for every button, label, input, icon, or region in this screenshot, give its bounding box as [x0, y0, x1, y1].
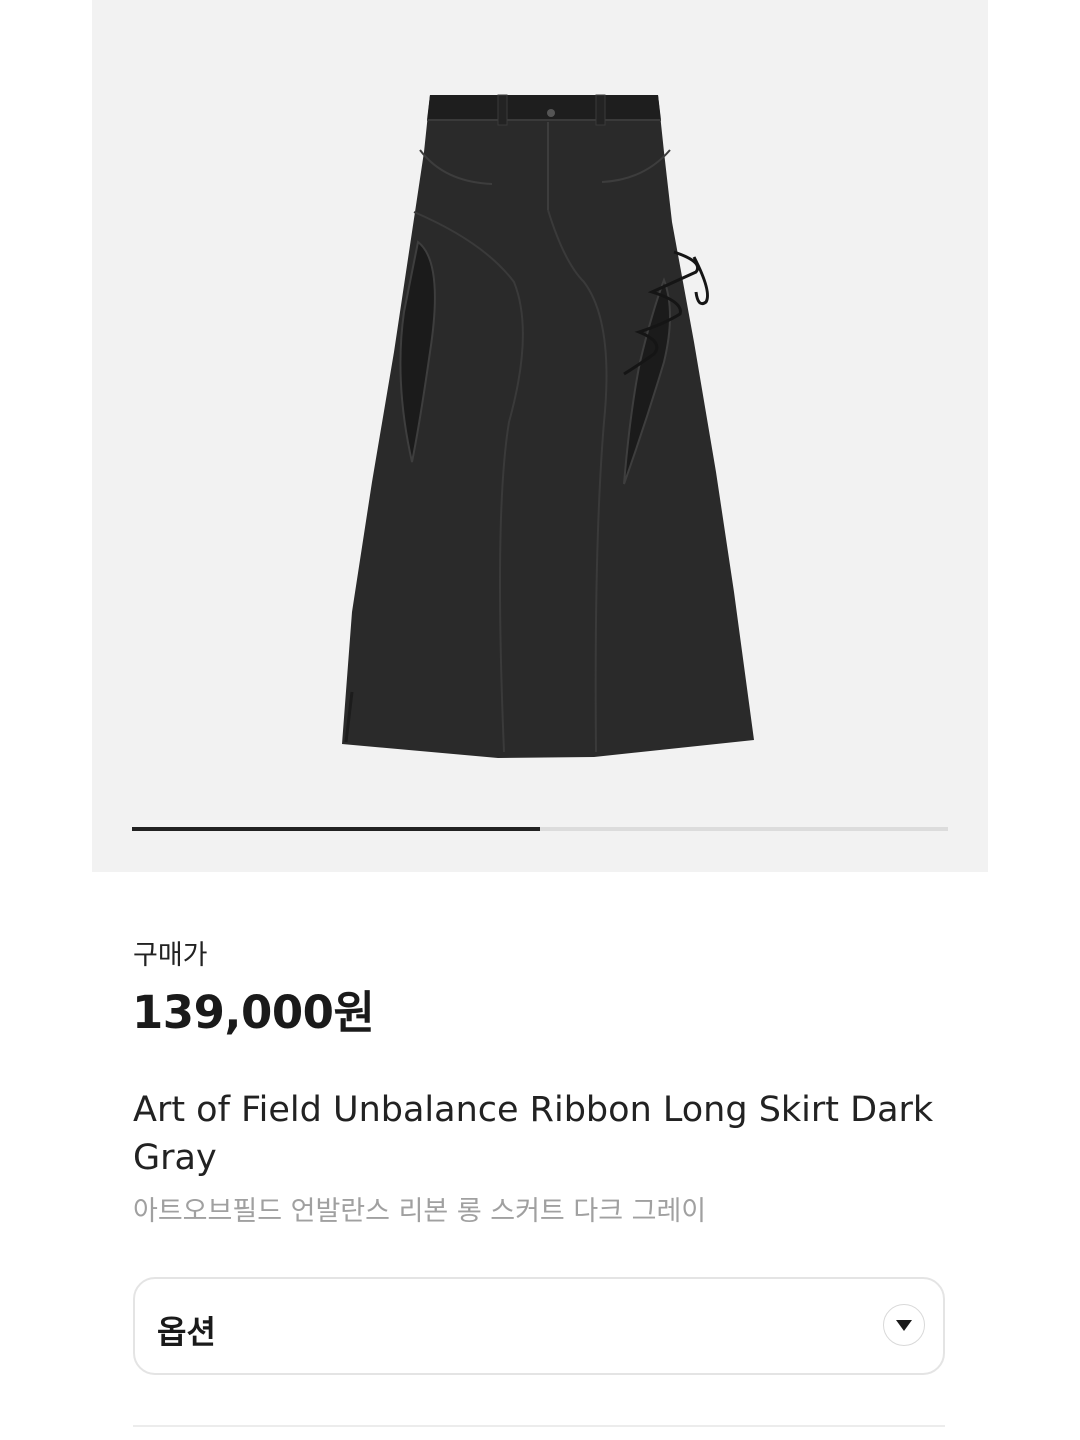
product-page: 구매가 139,000원 Art of Field Unbalance Ribb…	[0, 0, 1080, 1440]
gallery-progress-fill	[132, 827, 540, 831]
price-label: 구매가	[133, 940, 208, 971]
chevron-down-icon[interactable]	[883, 1304, 925, 1346]
section-divider	[133, 1425, 945, 1427]
product-name-ko: 아트오브필드 언발란스 리본 롱 스커트 다크 그레이	[133, 1196, 707, 1227]
option-label: 옵션	[157, 1313, 216, 1351]
product-name-en: Art of Field Unbalance Ribbon Long Skirt…	[133, 1090, 934, 1178]
option-select[interactable]: 옵션	[133, 1277, 945, 1375]
product-image	[342, 94, 754, 758]
gallery-progress-track	[132, 827, 948, 831]
image-gallery[interactable]	[92, 0, 988, 872]
price-value: 139,000원	[132, 986, 375, 1039]
